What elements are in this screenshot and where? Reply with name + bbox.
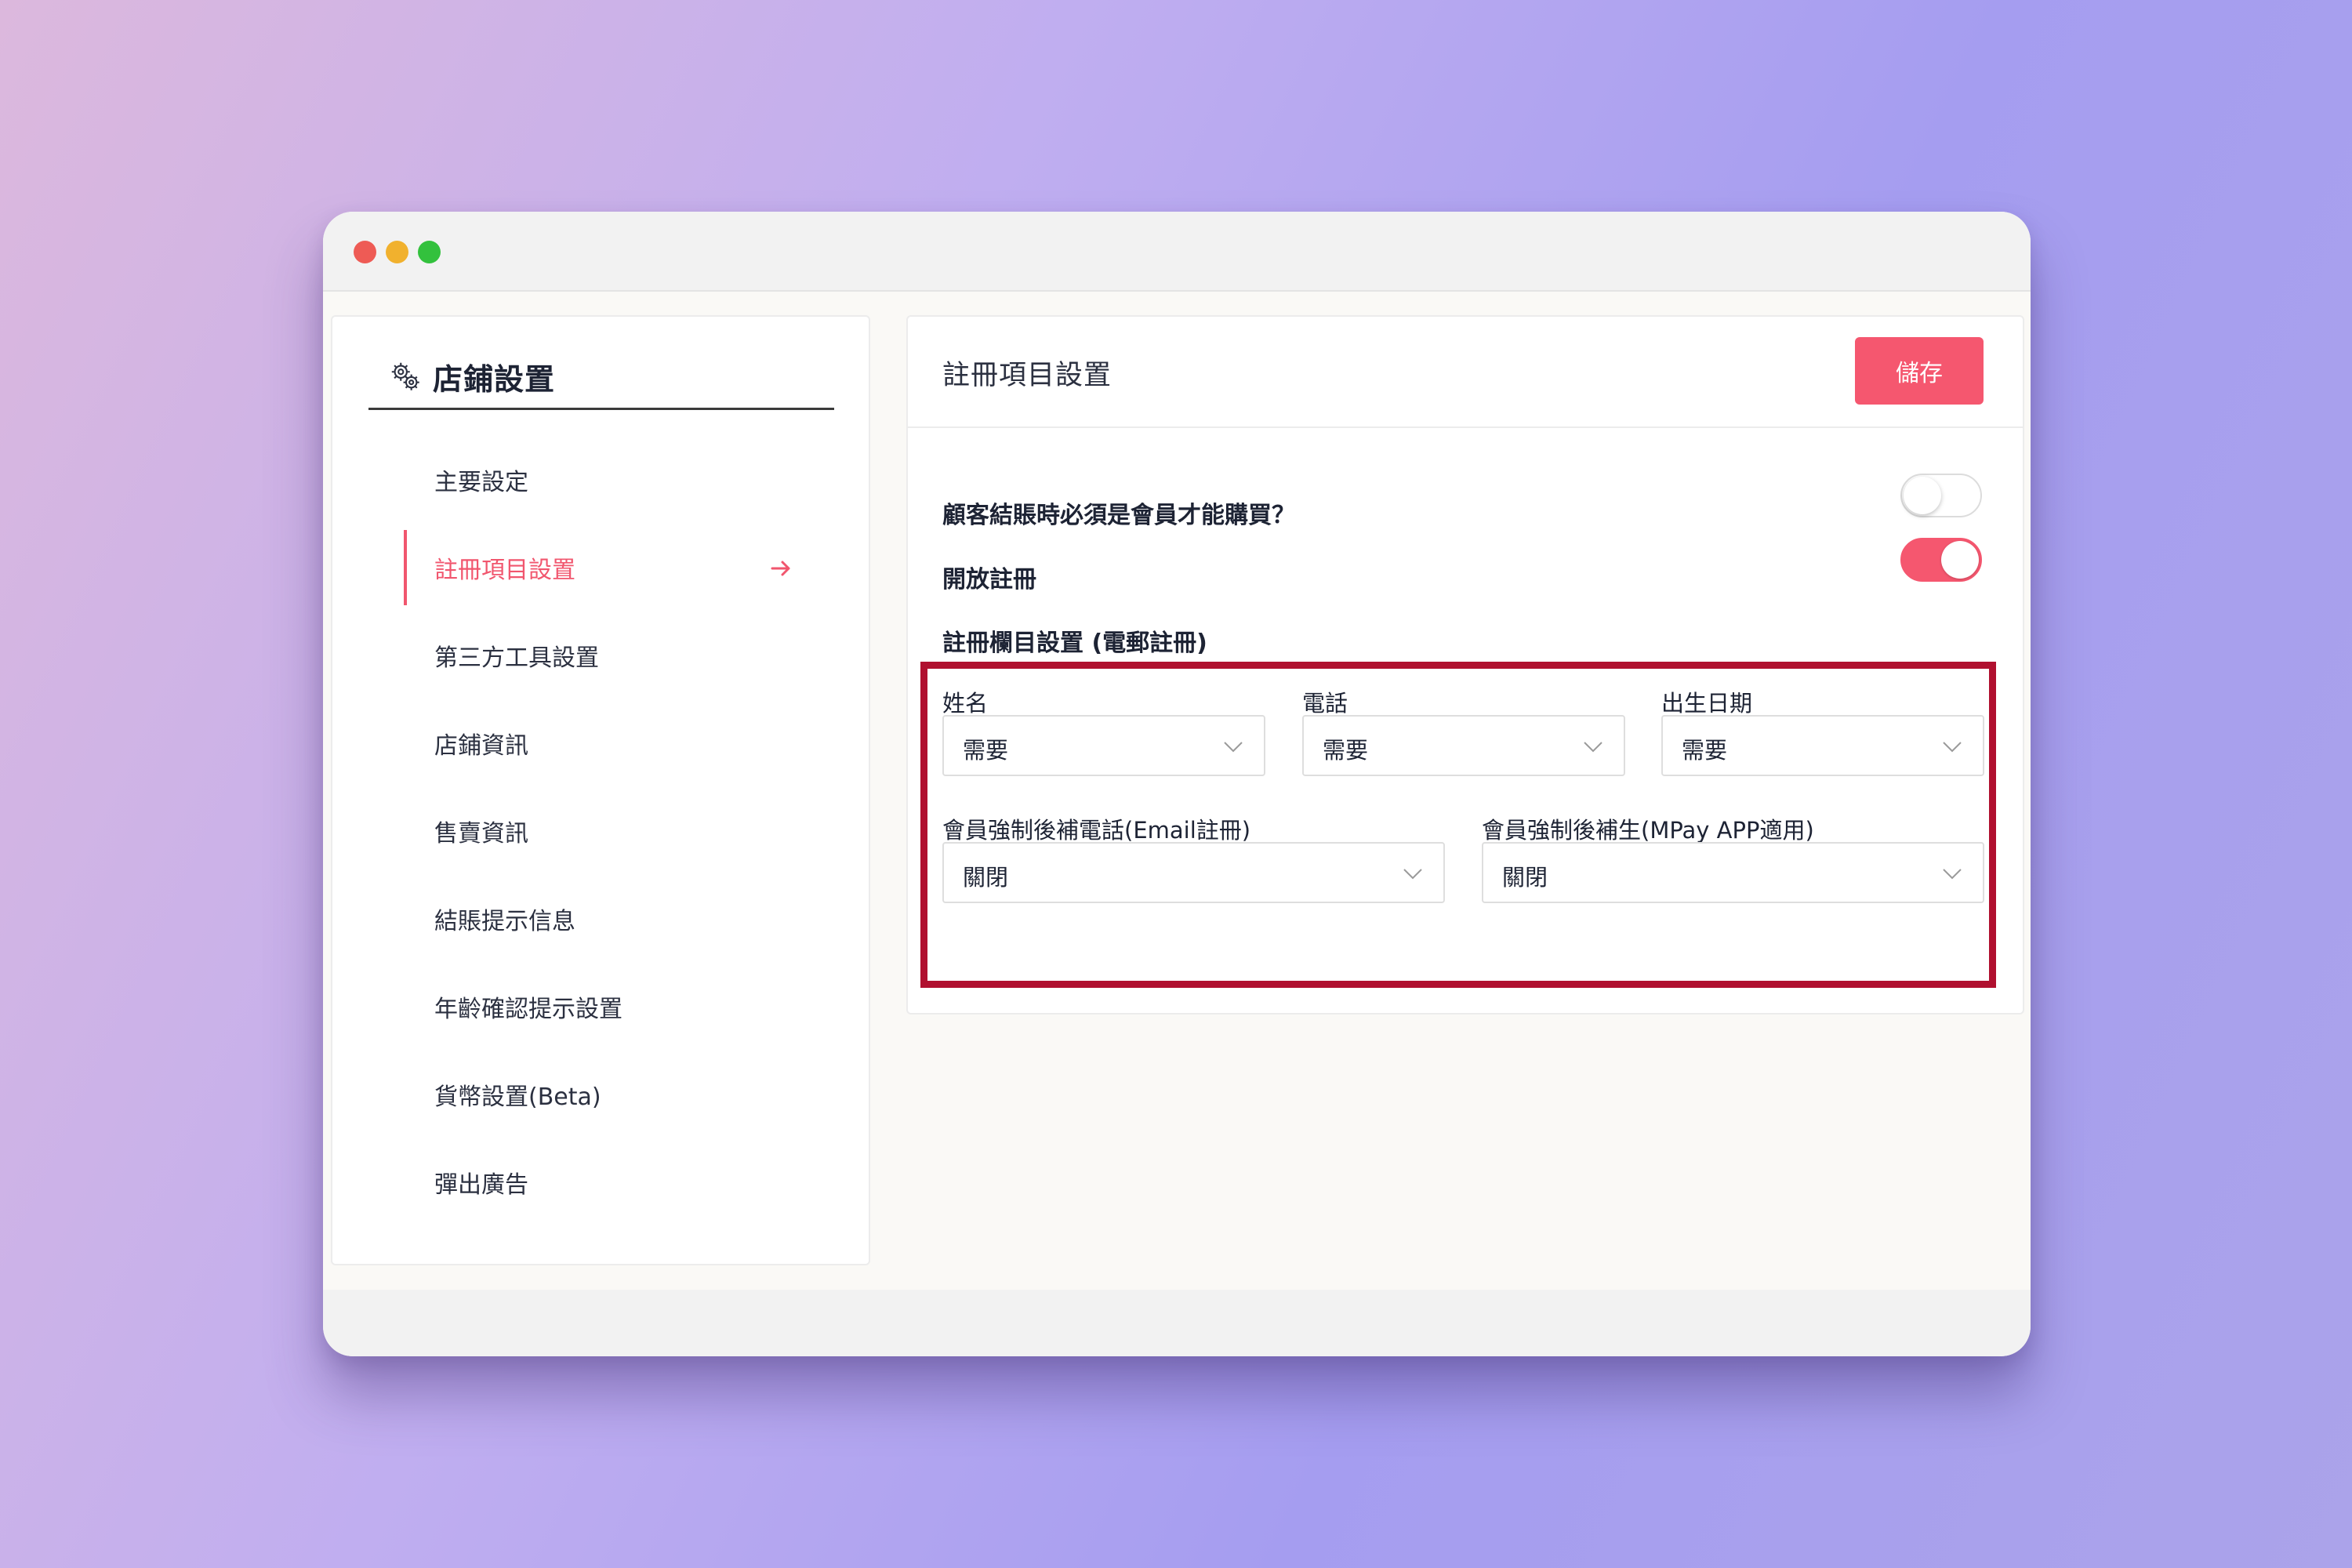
birthday-required-select[interactable]: 需要 bbox=[1661, 715, 1984, 776]
save-button[interactable]: 儲存 bbox=[1855, 337, 1984, 405]
maximize-window-button[interactable] bbox=[418, 241, 441, 263]
sidebar-item-sales-info[interactable]: 售賣資訊 bbox=[332, 787, 869, 875]
phone-required-select[interactable]: 需要 bbox=[1302, 715, 1625, 776]
toggle-knob bbox=[1941, 541, 1979, 579]
select-value: 需要 bbox=[963, 737, 1009, 764]
sidebar-item-registration-settings[interactable]: 註冊項目設置 bbox=[332, 524, 869, 612]
sidebar-nav: 主要設定 註冊項目設置 第三方工具設置 店鋪資訊 售賣資訊 結賬提示信息 年齡確… bbox=[332, 436, 869, 1226]
registration-settings-panel: 註冊項目設置 儲存 顧客結賬時必須是會員才能購買？ 開放註冊 註冊欄目設置 (電… bbox=[906, 315, 2024, 1014]
member-required-label: 顧客結賬時必須是會員才能購買？ bbox=[942, 502, 1295, 529]
open-registration-label: 開放註冊 bbox=[942, 566, 1036, 593]
close-window-button[interactable] bbox=[354, 241, 376, 263]
force-birthday-select[interactable]: 關閉 bbox=[1482, 842, 1984, 903]
window-footer bbox=[323, 1290, 2031, 1356]
fields-section-title: 註冊欄目設置 (電郵註冊) bbox=[942, 630, 1207, 657]
name-field-label: 姓名 bbox=[942, 690, 989, 717]
force-phone-select[interactable]: 關閉 bbox=[942, 842, 1445, 903]
phone-field-label: 電話 bbox=[1302, 690, 1348, 717]
chevron-down-icon bbox=[1943, 869, 1962, 880]
sidebar-header: 店鋪設置 bbox=[368, 345, 834, 410]
sidebar-item-currency-settings[interactable]: 貨幣設置(Beta) bbox=[332, 1051, 869, 1138]
member-required-toggle[interactable] bbox=[1900, 474, 1982, 517]
sidebar-item-label: 註冊項目設置 bbox=[434, 557, 575, 584]
chevron-down-icon bbox=[1224, 742, 1243, 753]
birthday-field-label: 出生日期 bbox=[1661, 690, 1753, 717]
toggle-knob bbox=[1904, 477, 1941, 514]
gear-icon bbox=[391, 362, 419, 390]
open-registration-toggle[interactable] bbox=[1900, 538, 1982, 582]
sidebar-item-popup-ads[interactable]: 彈出廣告 bbox=[332, 1138, 869, 1226]
select-value: 需要 bbox=[1323, 737, 1369, 764]
select-value: 關閉 bbox=[963, 864, 1009, 891]
arrow-right-icon bbox=[771, 561, 790, 576]
panel-header: 註冊項目設置 儲存 bbox=[908, 317, 2023, 428]
chevron-down-icon bbox=[1943, 742, 1962, 753]
sidebar-item-age-verification[interactable]: 年齡確認提示設置 bbox=[332, 963, 869, 1051]
page-title: 註冊項目設置 bbox=[942, 360, 1112, 391]
sidebar-item-store-info[interactable]: 店鋪資訊 bbox=[332, 699, 869, 787]
chevron-down-icon bbox=[1403, 869, 1422, 880]
sidebar: 店鋪設置 主要設定 註冊項目設置 第三方工具設置 店鋪資訊 售賣資訊 結賬提示信… bbox=[331, 315, 870, 1265]
name-required-select[interactable]: 需要 bbox=[942, 715, 1265, 776]
force-phone-field-label: 會員強制後補電話(Email註冊) bbox=[942, 817, 1251, 844]
content-area: 店鋪設置 主要設定 註冊項目設置 第三方工具設置 店鋪資訊 售賣資訊 結賬提示信… bbox=[323, 292, 2031, 1290]
sidebar-item-main-settings[interactable]: 主要設定 bbox=[332, 436, 869, 524]
chevron-down-icon bbox=[1584, 742, 1602, 753]
force-birthday-field-label: 會員強制後補生(MPay APP適用) bbox=[1482, 817, 1814, 844]
sidebar-item-checkout-message[interactable]: 結賬提示信息 bbox=[332, 875, 869, 963]
select-value: 需要 bbox=[1682, 737, 1728, 764]
sidebar-item-third-party-tools[interactable]: 第三方工具設置 bbox=[332, 612, 869, 699]
minimize-window-button[interactable] bbox=[386, 241, 408, 263]
sidebar-title: 店鋪設置 bbox=[433, 361, 556, 397]
select-value: 關閉 bbox=[1502, 864, 1548, 891]
title-bar bbox=[323, 212, 2031, 292]
app-window: 店鋪設置 主要設定 註冊項目設置 第三方工具設置 店鋪資訊 售賣資訊 結賬提示信… bbox=[323, 212, 2031, 1356]
